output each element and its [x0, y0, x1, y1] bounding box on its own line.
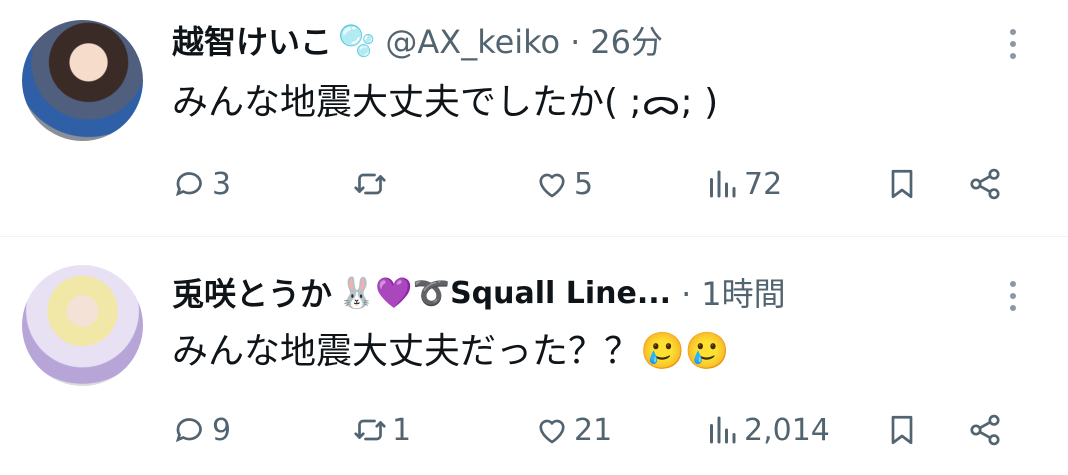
- reply-count: 9: [212, 412, 232, 448]
- reply-button[interactable]: 9: [172, 408, 231, 452]
- share-icon: [970, 168, 1000, 200]
- bookmark-button[interactable]: [884, 408, 920, 452]
- tweet[interactable]: 兎咲とうか 🐰💜➰Squall Line... · 1時間 みんな地震大丈夫だっ…: [0, 237, 1068, 475]
- view-count: 2,014: [744, 412, 830, 448]
- retweet-button[interactable]: [352, 162, 392, 206]
- bookmark-button[interactable]: [884, 162, 920, 206]
- like-count: 5: [574, 166, 594, 202]
- tweet-text: みんな地震大丈夫でしたか( ;ᯅ; ): [172, 82, 719, 123]
- retweet-icon: [354, 173, 386, 195]
- heart-icon: [539, 419, 565, 444]
- share-button[interactable]: [967, 162, 1003, 206]
- reply-icon: [175, 418, 202, 443]
- views-icon: [710, 416, 736, 444]
- heart-icon: [539, 173, 565, 198]
- more-icon[interactable]: [1008, 274, 1018, 318]
- bookmark-icon: [891, 415, 913, 445]
- like-button[interactable]: 21: [534, 408, 612, 452]
- like-button[interactable]: 5: [534, 162, 593, 206]
- views-icon: [710, 170, 736, 198]
- bookmark-icon: [891, 169, 913, 199]
- user-handle[interactable]: @AX_keiko: [385, 20, 560, 64]
- retweet-button[interactable]: 1: [352, 408, 411, 452]
- reply-icon: [175, 172, 202, 197]
- action-bar: 9 1 21 2,014: [172, 408, 1028, 452]
- display-name[interactable]: 越智けいこ: [172, 20, 332, 64]
- reply-button[interactable]: 3: [172, 162, 231, 206]
- name-emoji: 🫧: [338, 24, 376, 59]
- separator: ·: [681, 275, 692, 313]
- share-button[interactable]: [967, 408, 1003, 452]
- name-emoji: 🐰💜➰Squall Line...: [338, 276, 672, 311]
- timestamp[interactable]: 1時間: [701, 272, 785, 316]
- tweet[interactable]: 越智けいこ 🫧 @AX_keiko · 26分 みんな地震大丈夫でしたか( ;ᯅ…: [0, 0, 1068, 236]
- tweet-header: 越智けいこ 🫧 @AX_keiko · 26分: [172, 20, 958, 64]
- view-count: 72: [744, 166, 783, 202]
- share-icon: [970, 414, 1000, 446]
- avatar[interactable]: [22, 265, 143, 386]
- separator: ·: [570, 23, 581, 61]
- tweet-text: みんな地震大丈夫だった？？🥲🥲: [172, 331, 730, 372]
- retweet-icon: [354, 419, 386, 441]
- retweet-count: 1: [392, 412, 412, 448]
- display-name[interactable]: 兎咲とうか: [172, 272, 332, 316]
- views-button[interactable]: 72: [704, 162, 782, 206]
- like-count: 21: [574, 412, 613, 448]
- avatar[interactable]: [22, 20, 143, 141]
- views-button[interactable]: 2,014: [704, 408, 830, 452]
- action-bar: 3 5 72: [172, 162, 1028, 206]
- timestamp[interactable]: 26分: [590, 20, 663, 64]
- more-icon[interactable]: [1008, 22, 1018, 66]
- reply-count: 3: [212, 166, 232, 202]
- tweet-header: 兎咲とうか 🐰💜➰Squall Line... · 1時間: [172, 272, 958, 316]
